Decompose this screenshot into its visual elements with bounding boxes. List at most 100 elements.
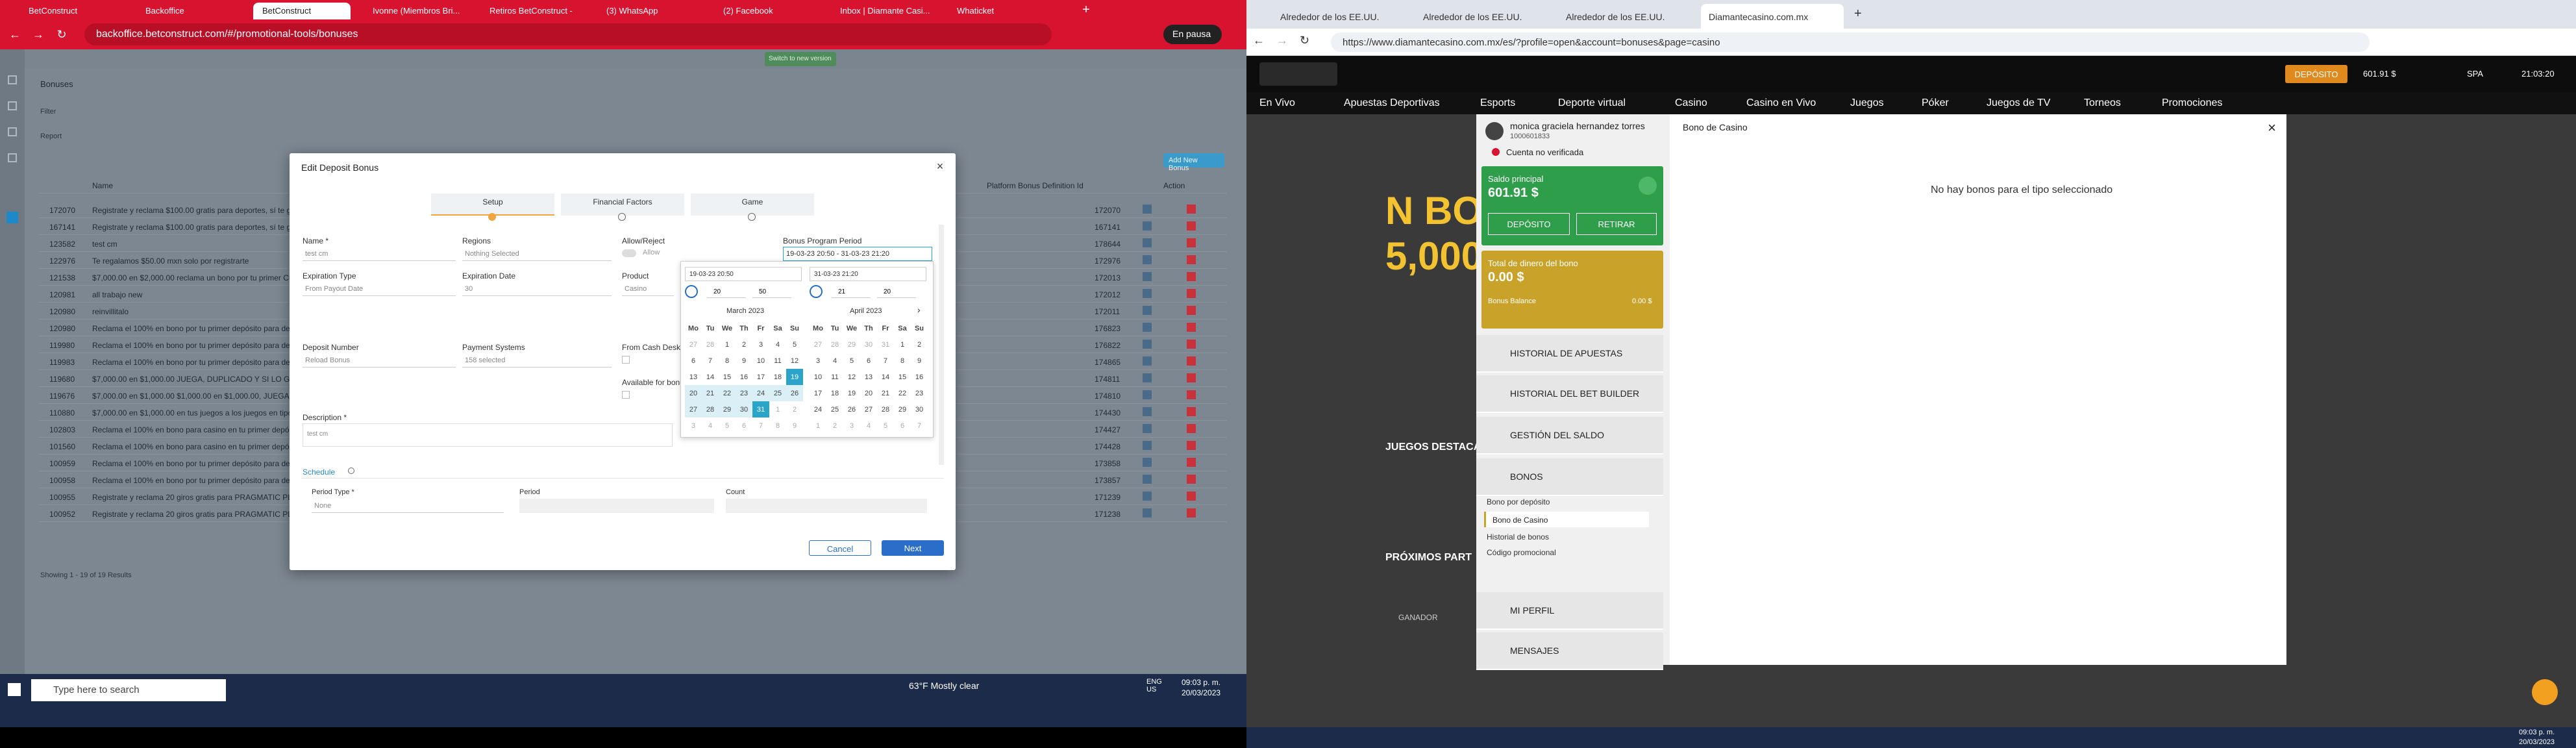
- menu-gestion-saldo[interactable]: GESTIÓN DEL SALDO: [1476, 417, 1663, 455]
- delete-icon[interactable]: [1187, 441, 1196, 450]
- start-minute[interactable]: 50: [752, 286, 791, 298]
- delete-icon[interactable]: [1187, 475, 1196, 484]
- day-cell[interactable]: 18: [826, 385, 843, 401]
- delete-icon[interactable]: [1187, 340, 1196, 349]
- day-cell[interactable]: 31: [752, 401, 769, 418]
- delete-icon[interactable]: [1187, 407, 1196, 416]
- day-cell[interactable]: 8: [719, 353, 736, 369]
- reload-icon[interactable]: ↻: [53, 26, 70, 43]
- day-cell[interactable]: 5: [786, 336, 803, 353]
- edit-icon[interactable]: [1143, 238, 1152, 247]
- delete-icon[interactable]: [1187, 356, 1196, 366]
- day-cell[interactable]: 27: [685, 401, 702, 418]
- tab-5[interactable]: Retiros BetConstruct -: [480, 3, 584, 19]
- day-cell[interactable]: 26: [786, 385, 803, 401]
- day-cell[interactable]: 2: [736, 336, 752, 353]
- start-hour[interactable]: 20: [707, 286, 746, 298]
- day-cell[interactable]: 23: [736, 385, 752, 401]
- day-cell[interactable]: 21: [877, 385, 894, 401]
- cash-desk-checkbox[interactable]: [622, 356, 630, 364]
- day-cell[interactable]: 8: [894, 353, 911, 369]
- delete-icon[interactable]: [1187, 508, 1196, 517]
- day-cell[interactable]: 17: [752, 369, 769, 385]
- day-cell[interactable]: 30: [911, 401, 928, 418]
- day-cell[interactable]: 4: [826, 353, 843, 369]
- day-cell[interactable]: 14: [702, 369, 719, 385]
- menu-bonos[interactable]: BONOS: [1476, 458, 1663, 496]
- day-cell[interactable]: 14: [877, 369, 894, 385]
- name-input[interactable]: test cm: [303, 247, 456, 261]
- taskbar-search[interactable]: Type here to search: [31, 679, 226, 701]
- day-cell[interactable]: 11: [826, 369, 843, 385]
- tab-2[interactable]: Backoffice: [136, 3, 234, 19]
- day-cell[interactable]: 9: [786, 418, 803, 434]
- day-cell[interactable]: 9: [736, 353, 752, 369]
- day-cell[interactable]: 13: [860, 369, 877, 385]
- lang-indicator[interactable]: ENG US: [1146, 678, 1162, 693]
- retirar-button[interactable]: RETIRAR: [1576, 213, 1657, 235]
- period-input[interactable]: 19-03-23 20:50 - 31-03-23 21:20: [783, 247, 932, 261]
- count-field[interactable]: [726, 499, 927, 513]
- deposito-button[interactable]: DEPÓSITO: [1488, 213, 1570, 235]
- day-cell[interactable]: 10: [752, 353, 769, 369]
- nav-juegos-tv[interactable]: Juegos de TV: [1987, 97, 2050, 109]
- period-type-select[interactable]: None: [312, 499, 504, 513]
- delete-icon[interactable]: [1187, 458, 1196, 467]
- day-cell[interactable]: 29: [894, 401, 911, 418]
- sub-codigo-promo[interactable]: Código promocional: [1487, 548, 1556, 557]
- menu-mi-perfil[interactable]: MI PERFIL: [1476, 592, 1663, 630]
- tab-7[interactable]: (2) Facebook: [714, 3, 818, 19]
- day-cell[interactable]: 5: [719, 418, 736, 434]
- edit-icon[interactable]: [1143, 407, 1152, 416]
- exp-date-value[interactable]: 30: [462, 282, 612, 296]
- tab-9[interactable]: Whaticket: [948, 3, 1045, 19]
- sub-bono-casino[interactable]: Bono de Casino: [1484, 512, 1649, 527]
- nav-casino-vivo[interactable]: Casino en Vivo: [1746, 97, 1816, 109]
- edit-icon[interactable]: [1143, 424, 1152, 433]
- edit-icon[interactable]: [1143, 323, 1152, 332]
- day-cell[interactable]: 2: [911, 336, 928, 353]
- day-cell[interactable]: 1: [769, 401, 786, 418]
- delete-icon[interactable]: [1187, 205, 1196, 214]
- day-cell[interactable]: 1: [719, 336, 736, 353]
- verify-link[interactable]: Cuenta no verificada: [1506, 147, 1583, 157]
- step-game[interactable]: Game: [691, 193, 814, 216]
- day-cell[interactable]: 15: [894, 369, 911, 385]
- day-cell[interactable]: 4: [860, 418, 877, 434]
- day-cell[interactable]: 13: [685, 369, 702, 385]
- report-label[interactable]: Report: [40, 132, 62, 140]
- eye-icon[interactable]: [1639, 177, 1657, 195]
- edit-icon[interactable]: [1143, 255, 1152, 264]
- day-cell[interactable]: 4: [702, 418, 719, 434]
- day-cell[interactable]: 29: [843, 336, 860, 353]
- delete-icon[interactable]: [1187, 238, 1196, 247]
- header-deposit-button[interactable]: DEPÓSITO: [2285, 65, 2347, 83]
- back-icon[interactable]: ←: [1253, 34, 1265, 47]
- day-cell[interactable]: 30: [860, 336, 877, 353]
- delete-icon[interactable]: [1187, 272, 1196, 281]
- end-minute[interactable]: 20: [877, 286, 916, 298]
- day-cell[interactable]: 16: [911, 369, 928, 385]
- cancel-button[interactable]: Cancel: [809, 540, 871, 556]
- exp-type-value[interactable]: From Payout Date: [303, 282, 456, 296]
- close-icon[interactable]: ×: [2268, 119, 2276, 136]
- day-cell[interactable]: 1: [894, 336, 911, 353]
- day-cell[interactable]: 24: [752, 385, 769, 401]
- day-cell[interactable]: 7: [911, 418, 928, 434]
- edit-icon[interactable]: [1143, 475, 1152, 484]
- day-cell[interactable]: 20: [860, 385, 877, 401]
- day-cell[interactable]: 24: [810, 401, 826, 418]
- day-cell[interactable]: 29: [719, 401, 736, 418]
- edit-icon[interactable]: [1143, 340, 1152, 349]
- deposit-value[interactable]: Reload Bonus: [303, 353, 456, 368]
- switch-version-button[interactable]: Switch to new version: [765, 52, 836, 66]
- edit-icon[interactable]: [1143, 289, 1152, 298]
- day-cell[interactable]: 2: [826, 418, 843, 434]
- day-cell[interactable]: 16: [736, 369, 752, 385]
- edit-icon[interactable]: [1143, 458, 1152, 467]
- edit-icon[interactable]: [1143, 508, 1152, 517]
- tab-6[interactable]: (3) WhatsApp: [597, 3, 695, 19]
- step-setup[interactable]: Setup: [431, 193, 554, 216]
- nav-icon-active[interactable]: [6, 212, 18, 223]
- allow-toggle[interactable]: [622, 249, 636, 257]
